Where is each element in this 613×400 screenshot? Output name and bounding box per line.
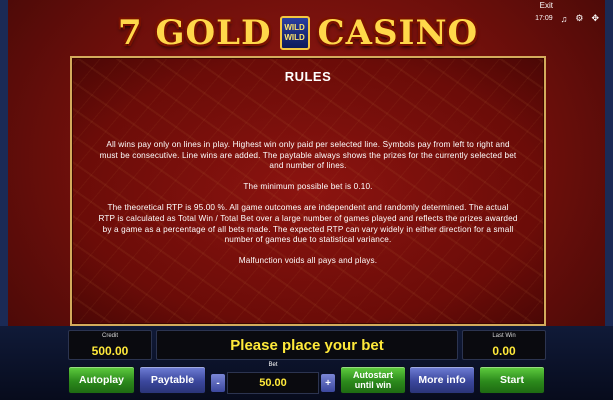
bet-increase-button[interactable]: +: [321, 374, 335, 392]
autostart-label-line2: until win: [354, 380, 392, 390]
credit-value: 500.00: [91, 344, 129, 358]
rules-paragraph: Malfunction voids all pays and plays.: [238, 256, 378, 266]
logo-right-text: CASINO: [317, 13, 479, 53]
status-message: Please place your bet: [156, 330, 458, 360]
bet-value: 50.00: [227, 372, 319, 394]
bet-decrease-button[interactable]: -: [211, 374, 225, 392]
more-info-button[interactable]: More info: [409, 366, 475, 394]
wild-badge-top: WILD: [284, 23, 305, 32]
rules-paragraph: All wins pay only on lines in play. High…: [99, 140, 517, 171]
exit-button[interactable]: Exit: [540, 1, 553, 10]
rules-title: RULES: [284, 69, 332, 84]
autoplay-button[interactable]: Autoplay: [68, 366, 135, 394]
rules-paragraph: The theoretical RTP is 95.00 %. All game…: [98, 203, 518, 245]
logo-left-text: 7 GOLD: [118, 13, 272, 53]
fullscreen-icon[interactable]: ✥: [591, 13, 599, 24]
wild-badge-icon: WILD WILD: [279, 16, 310, 50]
credit-display: Credit 500.00: [68, 330, 152, 360]
bet-label: Bet: [268, 362, 278, 368]
rules-paragraph: The minimum possible bet is 0.10.: [243, 182, 373, 192]
bet-control: Bet - 50.00 +: [209, 362, 337, 396]
settings-icon[interactable]: ⚙: [575, 13, 583, 24]
last-win-value: 0.00: [492, 344, 516, 358]
rules-body: All wins pay only on lines in play. High…: [98, 140, 518, 277]
autostart-label-line1: Autostart: [353, 370, 393, 380]
system-status: 17:09 ♫ ⚙ ✥: [535, 13, 599, 24]
wild-badge-bottom: WILD: [284, 33, 305, 42]
header-bar: 7 GOLD WILD WILD CASINO Exit 17:09 ♫ ⚙ ✥: [0, 0, 613, 56]
last-win-label: Last Win: [492, 333, 516, 339]
autostart-until-win-button[interactable]: Autostart until win: [340, 366, 406, 394]
clock: 17:09: [535, 15, 553, 22]
game-logo: 7 GOLD WILD WILD CASINO: [118, 10, 478, 56]
paytable-button[interactable]: Paytable: [139, 366, 206, 394]
rules-panel: RULES All wins pay only on lines in play…: [70, 56, 546, 326]
start-button[interactable]: Start: [479, 366, 545, 394]
last-win-display: Last Win 0.00: [462, 330, 546, 360]
credit-label: Credit: [101, 333, 118, 339]
music-note-icon[interactable]: ♫: [561, 14, 568, 24]
